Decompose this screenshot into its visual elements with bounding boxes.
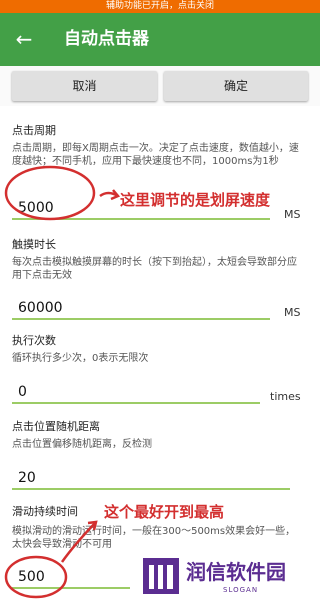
watermark: 润信软件园 SLOGAN — [137, 552, 311, 600]
annotation-note-swipe-speed: 这里调节的是划屏速度 — [120, 191, 271, 209]
watermark-slogan: SLOGAN — [223, 586, 259, 594]
annotation-circle-period — [4, 165, 96, 221]
watermark-logo — [143, 558, 179, 594]
watermark-text: 润信软件园 — [186, 560, 286, 584]
annotation-note-max: 这个最好开到最高 — [104, 503, 225, 521]
annotation-circle-swipe — [4, 555, 68, 599]
annotation-arrow-swipe — [60, 521, 97, 563]
